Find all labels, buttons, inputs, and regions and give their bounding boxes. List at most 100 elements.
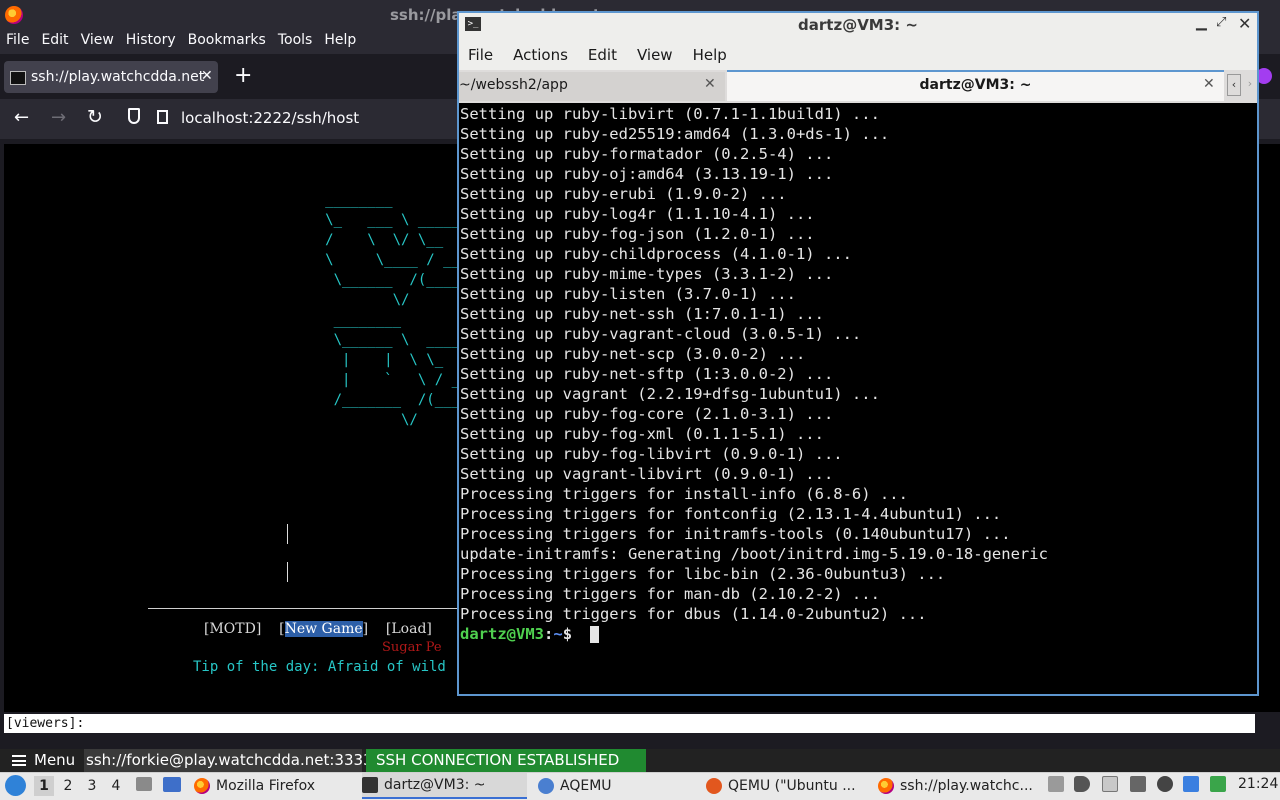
hamburger-menu-icon[interactable] [12,755,26,766]
taskbar-terminal[interactable]: dartz@VM3: ~ [362,773,527,799]
taskbar-aqemu[interactable]: AQEMU [538,773,698,799]
tip-of-the-day: Tip of the day: Afraid of wild [193,659,446,675]
terminal-line: Processing triggers for install-info (6.… [460,485,908,503]
terminal-line: Setting up ruby-formatador (0.2.5-4) ... [460,145,834,163]
terminal-line: Setting up ruby-fog-core (2.1.0-3.1) ... [460,405,834,423]
terminal-favicon-icon [10,71,26,85]
terminal-line: Setting up ruby-erubi (1.9.0-2) ... [460,185,787,203]
qt-menu-actions[interactable]: Actions [513,40,578,70]
ff-menu-tools[interactable]: Tools [272,30,319,54]
menu-motd[interactable]: [MOTD] [204,621,261,637]
terminal-line: Processing triggers for fontconfig (2.13… [460,505,1002,523]
qt-menu-help[interactable]: Help [693,40,737,70]
task-label: QEMU ("Ubuntu ... [728,778,856,794]
workspace-2[interactable]: 2 [58,776,78,796]
webssh-menu-button[interactable]: Menu [34,751,75,769]
terminal-line: Setting up ruby-fog-libvirt (0.9.0-1) ..… [460,445,843,463]
bluetooth-icon[interactable] [1183,776,1199,792]
start-menu-icon[interactable] [5,775,26,796]
network-icon[interactable] [1157,776,1173,792]
prompt-dollar: $ [562,625,573,643]
terminal-line: Processing triggers for dbus (1.14.0-2ub… [460,605,927,623]
game-main-menu: [MOTD] [New Game] [Load] [204,621,432,637]
tab-scroll-right-icon[interactable]: › [1243,74,1257,96]
terminal-line: Setting up ruby-childprocess (4.1.0-1) .… [460,245,852,263]
viewers-field[interactable]: [viewers]: [4,714,1255,733]
prompt-path: ~ [553,625,563,643]
firefox-logo-icon [5,6,23,24]
qterminal-menubar: File Actions Edit View Help [459,40,1257,70]
keyboard-icon[interactable] [1130,776,1146,792]
terminal-line: Setting up vagrant (2.2.19+dfsg-1ubuntu1… [460,385,880,403]
task-label: dartz@VM3: ~ [384,777,486,793]
qt-menu-view[interactable]: View [637,40,683,70]
terminal-output: Setting up ruby-libvirt (0.7.1-1.1build1… [460,104,1048,624]
taskbar-firefox-ssh[interactable]: ssh://play.watchc... [878,773,1038,799]
workspace-3[interactable]: 3 [82,776,102,796]
menu-red-text: Sugar Pe [382,640,442,655]
terminal-line: Setting up vagrant-libvirt (0.9.0-1) ... [460,465,834,483]
file-manager-icon[interactable] [136,777,152,791]
close-tab-icon[interactable]: ✕ [201,68,213,84]
terminal-block-cursor [590,626,599,643]
minimize-icon[interactable]: ▁ [1196,15,1207,31]
close-tab-icon[interactable]: ✕ [1203,76,1215,92]
ff-menu-view[interactable]: View [75,30,120,54]
qt-menu-file[interactable]: File [468,40,503,70]
ff-menu-help[interactable]: Help [318,30,362,54]
terminal-line: update-initramfs: Generating /boot/initr… [460,545,1048,563]
page-info-icon[interactable] [157,110,168,124]
qt-tab-label: ~/webssh2/app [459,77,568,93]
qt-menu-edit[interactable]: Edit [588,40,627,70]
terminal-line: Setting up ruby-vagrant-cloud (3.0.5-1) … [460,325,862,343]
reload-icon[interactable]: ↻ [87,106,103,128]
notes-icon[interactable] [1102,776,1118,792]
new-tab-icon[interactable]: + [234,63,252,88]
qterminal-title: dartz@VM3: ~ [798,16,918,34]
terminal-icon [362,777,378,793]
clipboard-icon[interactable] [1048,776,1064,792]
prompt-user: dartz@VM3 [460,625,544,643]
text-cursor [287,524,288,544]
terminal-line: Setting up ruby-fog-json (1.2.0-1) ... [460,225,815,243]
ff-menu-edit[interactable]: Edit [35,30,74,54]
url-bar[interactable]: localhost:2222/ssh/host [181,109,359,127]
qt-tab-label: dartz@VM3: ~ [919,77,1032,93]
task-label: AQEMU [560,778,612,794]
prompt-separator: : [544,625,554,643]
workspace-4[interactable]: 4 [106,776,126,796]
terminal-line: Setting up ruby-fog-xml (0.1.1-5.1) ... [460,425,824,443]
show-desktop-icon[interactable] [163,777,181,792]
task-label: ssh://play.watchc... [900,778,1033,794]
shell-prompt: dartz@VM3:~$ [460,624,572,644]
firefox-icon [194,778,210,794]
menu-new-game[interactable]: New Game [284,621,363,637]
terminal-line: Setting up ruby-ed25519:amd64 (1.3.0+ds-… [460,125,890,143]
ff-menu-bookmarks[interactable]: Bookmarks [182,30,272,54]
maximize-icon[interactable]: ⤢ [1216,15,1226,30]
tab-scroll-left-icon[interactable]: ‹ [1227,74,1241,96]
forward-arrow-icon[interactable]: → [51,107,66,128]
menu-divider [148,608,468,609]
update-icon[interactable] [1210,776,1226,792]
taskbar-qemu[interactable]: QEMU ("Ubuntu ... [706,773,871,799]
terminal-line: Setting up ruby-log4r (1.1.10-4.1) ... [460,205,815,223]
ff-menu-file[interactable]: File [0,30,35,54]
close-tab-icon[interactable]: ✕ [704,76,716,92]
terminal-line: Setting up ruby-oj:amd64 (3.13.19-1) ... [460,165,834,183]
tracking-shield-icon[interactable] [128,108,140,124]
menu-load[interactable]: [Load] [386,621,432,637]
text-cursor [287,562,288,582]
terminal-line: Setting up ruby-net-scp (3.0.0-2) ... [460,345,806,363]
workspace-1[interactable]: 1 [34,776,54,796]
terminal-line: Setting up ruby-libvirt (0.7.1-1.1build1… [460,105,880,123]
back-arrow-icon[interactable]: ← [14,107,29,128]
taskbar-firefox[interactable]: Mozilla Firefox [194,773,354,799]
close-window-icon[interactable]: ✕ [1238,14,1251,33]
terminal-line: Processing triggers for initramfs-tools … [460,525,1011,543]
terminal-line: Processing triggers for man-db (2.10.2-2… [460,585,880,603]
clock[interactable]: 21:24 [1238,776,1278,792]
ff-menu-history[interactable]: History [120,30,182,54]
webssh-host: ssh://forkie@play.watchcdda.net:3333 [84,749,373,772]
volume-icon[interactable] [1074,776,1090,792]
